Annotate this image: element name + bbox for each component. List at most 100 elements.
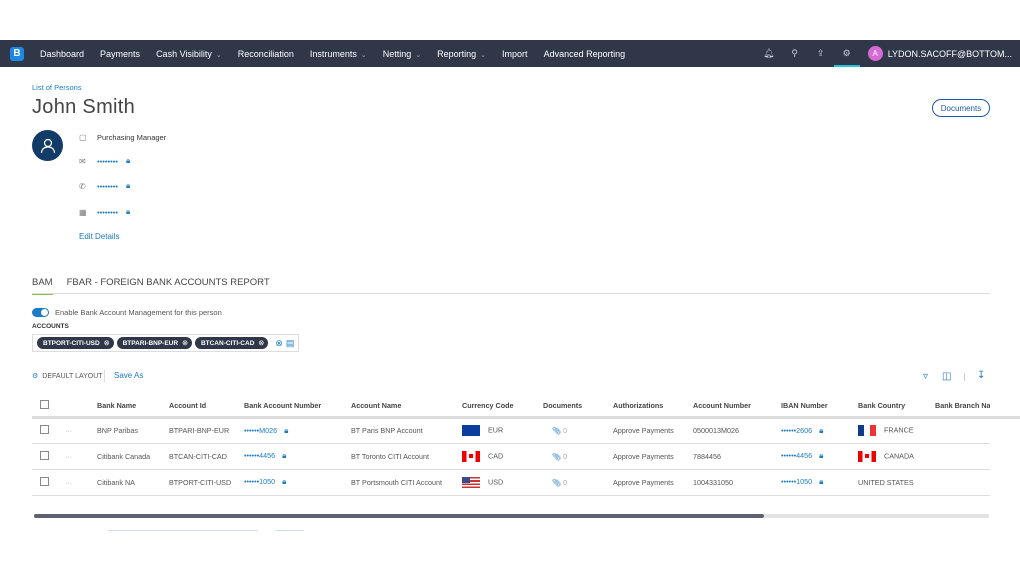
bank-name: BNP Paribas [92,417,164,443]
authorizations: Approve Payments [608,417,688,443]
lock-icon[interactable]: 🔒︎ [819,477,823,486]
download-icon[interactable]: ↧ [977,370,985,381]
column-header[interactable]: Account Id [164,395,239,417]
clear-all-icon[interactable]: ⊗ [275,338,283,349]
nav-item[interactable]: Netting⌄ [383,49,421,59]
lock-icon[interactable]: 🔒︎ [282,477,286,486]
flag-icon [462,425,480,436]
user-menu[interactable]: LYDON.SACOFF@BOTTOM... [888,49,1012,59]
chevron-down-icon: ⌄ [361,52,367,59]
bank-account-number[interactable]: ••••••4456 [244,451,275,460]
bell-icon[interactable]: 🔔︎ [756,40,782,67]
nav-item[interactable]: Import [502,49,528,59]
role: Purchasing Manager [97,133,166,142]
accounts-input[interactable]: BTPORT-CITI-USD⊗ BTPARI-BNP-EUR⊗ BTCAN-C… [32,334,299,352]
documents-count: 0 [563,478,567,487]
save-as-link[interactable]: Save As [114,371,143,380]
column-header[interactable]: Bank Country [853,395,930,417]
layout-selector[interactable]: ⚙DEFAULT LAYOUT [32,372,103,380]
column-header[interactable]: Bank Account Number [239,395,346,417]
remove-chip-icon[interactable]: ⊗ [182,339,188,347]
select-accounts-icon[interactable]: ▤ [286,338,295,349]
documents-button[interactable]: Documents [932,99,990,117]
flag-icon [858,451,876,462]
column-header[interactable]: IBAN Number [776,395,853,417]
column-header[interactable]: Account Number [688,395,776,417]
nav-item[interactable]: Cash Visibility⌄ [156,49,222,59]
column-header[interactable]: Authorizations [608,395,688,417]
nav-item[interactable]: Dashboard [40,49,84,59]
columns-icon[interactable]: ◫ [942,371,951,382]
table-row[interactable]: ··· Citibank Canada BTCAN-CITI-CAD •••••… [32,443,1020,469]
nav-item[interactable]: Reporting⌄ [437,49,486,59]
paperclip-icon[interactable]: 📎︎ [552,426,561,435]
lock-icon[interactable]: 🔒︎ [284,426,288,435]
table-row[interactable]: ··· Citibank NA BTPORT-CITI-USD ••••••10… [32,469,1020,495]
column-header[interactable]: Bank Branch Name [930,395,990,417]
chevron-down-icon: ⌄ [216,52,222,59]
nav-item[interactable]: Instruments⌄ [310,49,367,59]
column-header[interactable]: Bank Name [92,395,164,417]
email-row: ✉••••••••🔒︎ [79,156,130,166]
row-checkbox[interactable] [40,425,49,434]
chevron-down-icon: ⌄ [480,52,486,59]
column-header[interactable]: Account Name [346,395,457,417]
iban-number[interactable]: ••••••2606 [781,426,812,435]
filter-icon[interactable]: ▿ [923,371,928,382]
paperclip-icon[interactable]: 📎︎ [552,452,561,461]
row-actions-icon[interactable]: ··· [60,469,92,495]
nav-item[interactable]: Reconciliation [238,49,294,59]
authorizations: Approve Payments [608,469,688,495]
column-header[interactable]: Currency Code [457,395,538,417]
row-actions-icon[interactable]: ··· [60,417,92,443]
breadcrumb[interactable]: List of Persons [32,83,82,92]
search-icon[interactable]: ⚲ [782,40,808,67]
account-chip: BTCAN-CITI-CAD⊗ [195,337,268,349]
lock-icon[interactable]: 🔒︎ [126,181,130,191]
account-id: BTPARI-BNP-EUR [164,417,239,443]
bam-toggle[interactable] [32,308,49,317]
address-row: ▦ •••••••• 🔒︎ [79,207,130,217]
account-id: BTCAN-CITI-CAD [164,443,239,469]
building-icon: ▦ [79,208,89,217]
row-checkbox[interactable] [40,451,49,460]
lock-icon[interactable]: 🔒︎ [819,451,823,460]
address-masked[interactable]: •••••••• [97,208,118,217]
remove-chip-icon[interactable]: ⊗ [258,339,264,347]
briefcase-icon: ▢ [79,133,89,142]
accounts-label: ACCOUNTS [32,323,69,330]
column-header[interactable]: Documents [538,395,608,417]
account-number: 1004331050 [688,469,776,495]
table-row[interactable]: ··· BNP Paribas BTPARI-BNP-EUR ••••••M02… [32,417,1020,443]
page-title: John Smith [32,96,135,119]
row-checkbox[interactable] [40,477,49,486]
gear-icon[interactable]: ⚙ [834,40,860,67]
iban-number[interactable]: ••••••4456 [781,451,812,460]
edit-details-link[interactable]: Edit Details [79,232,119,241]
row-actions-icon[interactable]: ··· [60,443,92,469]
bank-name: Citibank NA [92,469,164,495]
bank-account-number[interactable]: ••••••M026 [244,426,277,435]
nav-item[interactable]: Payments [100,49,140,59]
lock-icon[interactable]: 🔒︎ [126,156,130,166]
lock-icon[interactable]: 🔒︎ [282,451,286,460]
user-avatar[interactable]: A [868,46,883,61]
documents-count: 0 [563,426,567,435]
scrollbar-thumb[interactable] [34,514,764,518]
email-masked[interactable]: •••••••• [97,157,118,166]
top-nav: B Dashboard Payments Cash Visibility⌄ Recon… [0,40,1020,67]
lock-icon[interactable]: 🔒︎ [819,426,823,435]
phone-masked[interactable]: •••••••• [97,182,118,191]
remove-chip-icon[interactable]: ⊗ [104,339,110,347]
upload-icon[interactable]: ⇪ [808,40,834,67]
gear-icon: ⚙ [32,372,38,380]
lock-icon[interactable]: 🔒︎ [126,207,130,217]
account-number: 0500013M026 [688,417,776,443]
select-all[interactable] [32,395,60,417]
nav-item[interactable]: Advanced Reporting [544,49,626,59]
app-logo[interactable]: B [10,47,24,61]
bank-account-number[interactable]: ••••••1050 [244,477,275,486]
paperclip-icon[interactable]: 📎︎ [552,478,561,487]
select-all-checkbox[interactable] [40,400,49,409]
iban-number[interactable]: ••••••1050 [781,477,812,486]
